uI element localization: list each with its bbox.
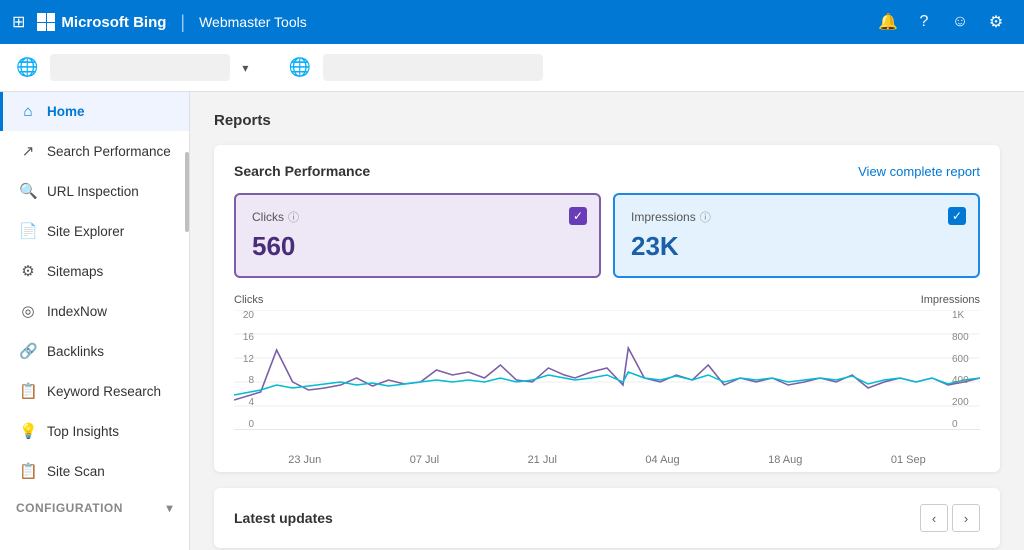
sidebar-scrollbar[interactable]	[185, 152, 189, 232]
main-layout: ⌂ Home ↗ Search Performance 🔍 URL Inspec…	[0, 92, 1024, 550]
search-performance-card: Search Performance View complete report …	[214, 145, 1000, 472]
keyword-icon: 📋	[19, 382, 37, 400]
sidebar-item-label: Top Insights	[47, 424, 119, 439]
sidebar: ⌂ Home ↗ Search Performance 🔍 URL Inspec…	[0, 92, 190, 550]
scan-icon: 📋	[19, 462, 37, 480]
prev-arrow[interactable]: ‹	[920, 504, 948, 532]
clicks-label: Clicks ⓘ	[252, 209, 583, 225]
sidebar-item-label: Site Explorer	[47, 224, 124, 239]
chart-container: Clicks Impressions 20 16 12 8 4 0	[234, 294, 980, 454]
sidebar-item-home[interactable]: ⌂ Home	[0, 92, 189, 131]
site-selector-1[interactable]	[50, 54, 230, 81]
topbar: ⊞ Microsoft Bing | Webmaster Tools 🔔 ? ☺…	[0, 0, 1024, 44]
sidebar-item-search-performance[interactable]: ↗ Search Performance	[0, 131, 189, 171]
sp-card-title: Search Performance	[234, 163, 370, 179]
chart-left-label: Clicks	[234, 294, 263, 306]
content-area: Reports Search Performance View complete…	[190, 92, 1024, 550]
topbar-separator: |	[180, 12, 185, 33]
tool-name: Webmaster Tools	[199, 14, 307, 30]
topbar-icons: 🔔 ? ☺ ⚙	[872, 6, 1012, 38]
x-label-0: 23 Jun	[288, 454, 321, 466]
x-label-3: 04 Aug	[645, 454, 679, 466]
urlbar: 🌐 ▾ 🌐	[0, 44, 1024, 92]
trending-icon: ↗	[19, 142, 37, 160]
sidebar-item-backlinks[interactable]: 🔗 Backlinks	[0, 331, 189, 371]
sidebar-item-label: Site Scan	[47, 464, 105, 479]
clicks-line	[234, 348, 980, 400]
latest-updates-card: Latest updates ‹ ›	[214, 488, 1000, 548]
site-selector-2[interactable]	[323, 54, 543, 81]
globe-icon-2: 🌐	[288, 57, 310, 78]
indexnow-icon: ◎	[19, 302, 37, 320]
sidebar-item-site-explorer[interactable]: 📄 Site Explorer	[0, 211, 189, 251]
metric-boxes: Clicks ⓘ 560 ✓ Impressions ⓘ 23K ✓	[234, 193, 980, 278]
app-name: Microsoft Bing	[61, 14, 166, 31]
impressions-value: 23K	[631, 231, 962, 262]
x-label-4: 18 Aug	[768, 454, 802, 466]
chart-area: 20 16 12 8 4 0	[234, 310, 980, 450]
chevron-down-icon[interactable]: ▾	[242, 61, 248, 75]
chart-y-axis-right: 1K 800 600 400 200 0	[952, 310, 980, 430]
sidebar-item-label: IndexNow	[47, 304, 107, 319]
clicks-value: 560	[252, 231, 583, 262]
sidebar-item-keyword-research[interactable]: 📋 Keyword Research	[0, 371, 189, 411]
nav-arrows: ‹ ›	[920, 504, 980, 532]
sidebar-item-label: Keyword Research	[47, 384, 161, 399]
clicks-metric-box: Clicks ⓘ 560 ✓	[234, 193, 601, 278]
next-arrow[interactable]: ›	[952, 504, 980, 532]
impressions-info-icon[interactable]: ⓘ	[700, 209, 711, 225]
latest-updates-header: Latest updates ‹ ›	[234, 504, 980, 532]
x-label-1: 07 Jul	[410, 454, 439, 466]
configuration-label: Configuration	[16, 501, 123, 515]
chart-y-axis-left: 20 16 12 8 4 0	[234, 310, 254, 430]
chart-right-label: Impressions	[921, 294, 980, 306]
impressions-checkbox[interactable]: ✓	[948, 207, 966, 225]
windows-icon	[37, 13, 55, 31]
impressions-line	[234, 372, 980, 395]
app-logo: Microsoft Bing	[37, 13, 166, 31]
page-title: Reports	[214, 112, 1000, 129]
sidebar-section-configuration[interactable]: Configuration ▾	[0, 491, 189, 521]
grid-icon[interactable]: ⊞	[12, 12, 25, 32]
settings-icon[interactable]: ⚙	[980, 6, 1012, 38]
globe-icon-1: 🌐	[16, 57, 38, 78]
sidebar-item-url-inspection[interactable]: 🔍 URL Inspection	[0, 171, 189, 211]
x-label-5: 01 Sep	[891, 454, 926, 466]
help-icon[interactable]: ?	[908, 6, 940, 38]
impressions-metric-box: Impressions ⓘ 23K ✓	[613, 193, 980, 278]
user-icon[interactable]: ☺	[944, 6, 976, 38]
latest-updates-title: Latest updates	[234, 510, 333, 526]
file-icon: 📄	[19, 222, 37, 240]
sidebar-item-site-scan[interactable]: 📋 Site Scan	[0, 451, 189, 491]
sitemap-icon: ⚙	[19, 262, 37, 280]
sp-card-header: Search Performance View complete report	[234, 163, 980, 179]
sidebar-item-top-insights[interactable]: 💡 Top Insights	[0, 411, 189, 451]
impressions-label: Impressions ⓘ	[631, 209, 962, 225]
sidebar-item-label: Sitemaps	[47, 264, 103, 279]
sidebar-item-label: Home	[47, 104, 85, 119]
clicks-info-icon[interactable]: ⓘ	[288, 209, 299, 225]
bell-icon[interactable]: 🔔	[872, 6, 904, 38]
sidebar-item-label: URL Inspection	[47, 184, 139, 199]
sidebar-item-label: Backlinks	[47, 344, 104, 359]
insights-icon: 💡	[19, 422, 37, 440]
chart-x-labels: 23 Jun 07 Jul 21 Jul 04 Aug 18 Aug 01 Se…	[234, 454, 980, 466]
sidebar-item-label: Search Performance	[47, 144, 171, 159]
x-label-2: 21 Jul	[528, 454, 557, 466]
sidebar-item-indexnow[interactable]: ◎ IndexNow	[0, 291, 189, 331]
view-complete-report-link[interactable]: View complete report	[858, 164, 980, 179]
configuration-chevron: ▾	[166, 501, 173, 515]
chart-labels-top: Clicks Impressions	[234, 294, 980, 306]
sidebar-item-sitemaps[interactable]: ⚙ Sitemaps	[0, 251, 189, 291]
clicks-checkbox[interactable]: ✓	[569, 207, 587, 225]
home-icon: ⌂	[19, 103, 37, 120]
search-icon: 🔍	[19, 182, 37, 200]
chart-svg	[234, 310, 980, 430]
link-icon: 🔗	[19, 342, 37, 360]
